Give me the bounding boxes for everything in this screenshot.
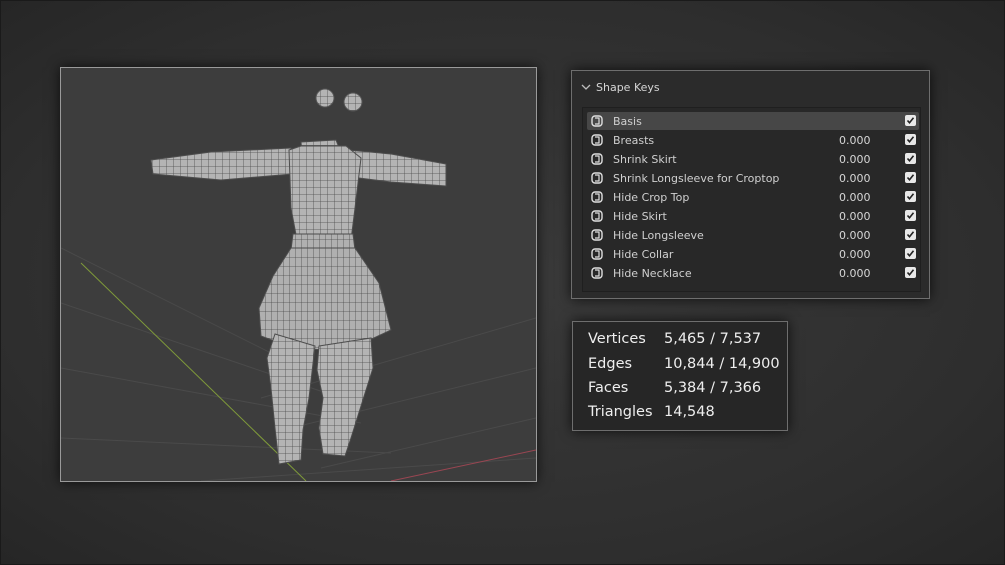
checkmark-icon <box>906 231 915 239</box>
shape-key-mute-checkbox[interactable] <box>905 210 916 221</box>
stat-value: 5,465 / 7,537 <box>664 331 762 347</box>
shape-key-value[interactable]: 0.000 <box>839 248 879 261</box>
stat-label: Edges <box>588 356 633 372</box>
shape-key-name: Hide Skirt <box>613 209 667 223</box>
shape-key-icon <box>591 172 603 184</box>
shape-key-list[interactable]: Basis Breasts 0.000 Shrink Skirt 0.000 S… <box>582 107 921 292</box>
shape-key-name: Hide Collar <box>613 247 674 261</box>
shape-key-value[interactable]: 0.000 <box>839 172 879 185</box>
shape-key-row[interactable]: Breasts 0.000 <box>587 131 919 149</box>
shape-key-row[interactable]: Shrink Skirt 0.000 <box>587 150 919 168</box>
shape-key-value[interactable]: 0.000 <box>839 210 879 223</box>
shape-key-mute-checkbox[interactable] <box>905 172 916 183</box>
stat-value: 5,384 / 7,366 <box>664 380 762 396</box>
shape-key-row[interactable]: Hide Collar 0.000 <box>587 245 919 263</box>
shape-key-mute-checkbox[interactable] <box>905 191 916 202</box>
checkmark-icon <box>906 193 915 201</box>
shape-key-icon <box>591 267 603 279</box>
stat-row-faces: Faces 5,384 / 7,366 <box>588 377 761 399</box>
stat-value: 14,548 <box>664 404 715 420</box>
shape-key-mute-checkbox[interactable] <box>905 248 916 259</box>
stat-row-edges: Edges 10,844 / 14,900 <box>588 353 780 375</box>
shape-keys-panel-header[interactable]: Shape Keys <box>580 79 660 95</box>
shape-key-value[interactable]: 0.000 <box>839 191 879 204</box>
shape-key-row[interactable]: Shrink Longsleeve for Croptop 0.000 <box>587 169 919 187</box>
shape-key-value[interactable]: 0.000 <box>839 134 879 147</box>
stat-row-triangles: Triangles 14,548 <box>588 401 715 423</box>
checkmark-icon <box>906 269 915 277</box>
shape-key-row[interactable]: Hide Crop Top 0.000 <box>587 188 919 206</box>
shape-key-icon <box>591 191 603 203</box>
stat-label: Triangles <box>588 404 653 420</box>
shape-key-name: Shrink Skirt <box>613 152 677 166</box>
checkmark-icon <box>906 250 915 258</box>
shape-key-value[interactable]: 0.000 <box>839 153 879 166</box>
shape-key-name: Hide Necklace <box>613 266 692 280</box>
earring-meshes <box>315 88 363 112</box>
shape-key-name: Hide Crop Top <box>613 190 690 204</box>
shape-key-mute-checkbox[interactable] <box>905 134 916 145</box>
checkmark-icon <box>906 174 915 182</box>
axis-x-line <box>390 449 536 481</box>
shape-key-mute-checkbox[interactable] <box>905 153 916 164</box>
shape-key-row[interactable]: Hide Longsleeve 0.000 <box>587 226 919 244</box>
shape-key-icon <box>591 229 603 241</box>
shape-key-value[interactable]: 0.000 <box>839 229 879 242</box>
stat-row-vertices: Vertices 5,465 / 7,537 <box>588 328 761 350</box>
shape-key-mute-checkbox[interactable] <box>905 267 916 278</box>
checkmark-icon <box>906 136 915 144</box>
chevron-down-icon[interactable] <box>580 81 592 93</box>
3d-viewport[interactable] <box>60 67 537 482</box>
shape-key-mute-checkbox[interactable] <box>905 115 916 126</box>
stat-label: Vertices <box>588 331 646 347</box>
panel-title: Shape Keys <box>596 80 660 94</box>
shape-key-name: Shrink Longsleeve for Croptop <box>613 171 780 185</box>
shape-key-icon <box>591 115 603 127</box>
scene-statistics-panel: Vertices 5,465 / 7,537 Edges 10,844 / 14… <box>572 321 788 431</box>
stat-label: Faces <box>588 380 629 396</box>
stat-value: 10,844 / 14,900 <box>664 356 780 372</box>
shape-key-mute-checkbox[interactable] <box>905 229 916 240</box>
shape-key-name: Breasts <box>613 133 655 147</box>
shape-key-name: Basis <box>613 114 642 128</box>
shape-key-row[interactable]: Hide Skirt 0.000 <box>587 207 919 225</box>
shape-keys-panel: Shape Keys Basis Breasts 0.000 Shrink Sk… <box>571 70 930 299</box>
shape-key-value[interactable]: 0.000 <box>839 267 879 280</box>
outfit-mesh <box>150 139 447 465</box>
shape-key-row[interactable]: Basis <box>587 112 919 130</box>
shape-key-icon <box>591 153 603 165</box>
shape-key-name: Hide Longsleeve <box>613 228 704 242</box>
shape-key-row[interactable]: Hide Necklace 0.000 <box>587 264 919 282</box>
shape-key-icon <box>591 210 603 222</box>
shape-key-icon <box>591 134 603 146</box>
checkmark-icon <box>906 117 915 125</box>
shape-key-icon <box>591 248 603 260</box>
checkmark-icon <box>906 155 915 163</box>
viewport-scene <box>61 88 536 481</box>
checkmark-icon <box>906 212 915 220</box>
